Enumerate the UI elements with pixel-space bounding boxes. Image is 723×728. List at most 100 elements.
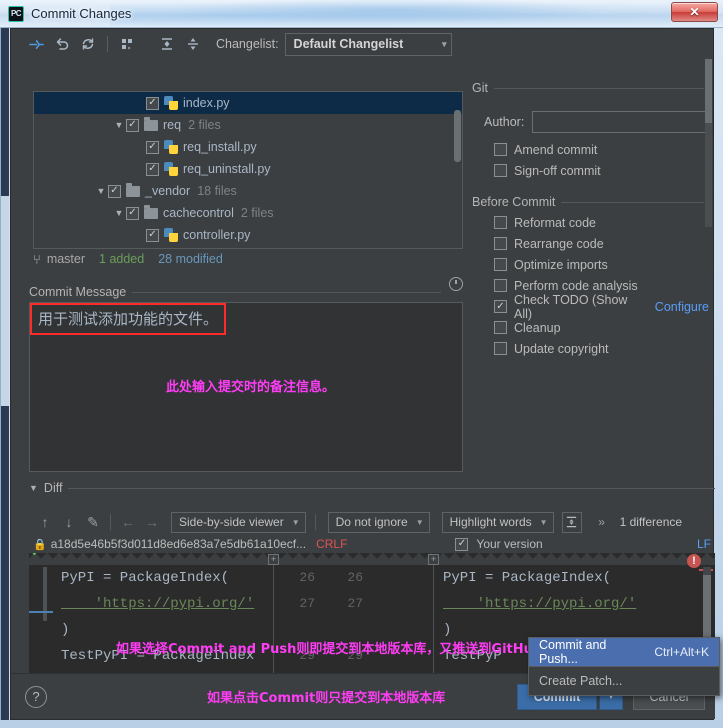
folder-checkbox[interactable]: ✓ — [126, 206, 139, 220]
sign-off-commit-option[interactable]: Sign-off commit — [494, 160, 709, 181]
optimize-imports-checkbox[interactable] — [494, 258, 507, 271]
screenshot-root: PC Commit Changes ✕ Changelist: Default … — [0, 0, 723, 728]
chevron-down-icon[interactable]: ▼ — [29, 483, 38, 493]
file-count: 18 files — [197, 184, 237, 198]
diff-toolbar-separator-2 — [314, 514, 316, 530]
folder-checkbox[interactable]: ✓ — [126, 118, 139, 132]
check-todo-option[interactable]: ✓ Check TODO (Show All) Configure — [494, 293, 709, 321]
diff-toolbar-separator-1 — [110, 514, 111, 530]
viewer-mode-dropdown[interactable]: Side-by-side viewer ▼ — [171, 511, 306, 533]
git-section-label: Git — [472, 81, 488, 95]
highlight-mode-dropdown[interactable]: Highlight words ▼ — [441, 511, 554, 533]
folder-name: _vendor — [145, 184, 191, 198]
rearrange-code-option[interactable]: Rearrange code — [494, 233, 709, 254]
help-button[interactable]: ? — [25, 685, 47, 708]
show-diff-icon[interactable] — [23, 32, 49, 56]
edit-icon[interactable]: ✎ — [81, 511, 105, 533]
reformat-code-checkbox[interactable] — [494, 216, 507, 229]
ignore-whitespace-dropdown[interactable]: Do not ignore ▼ — [327, 511, 430, 533]
group-by-icon[interactable] — [114, 32, 140, 56]
tree-row-req-uninstall[interactable]: ✓ req_uninstall.py — [34, 158, 462, 180]
scrollbar-segment-top — [1, 28, 9, 196]
error-badge-icon[interactable]: ! — [687, 554, 701, 568]
configure-todo-link[interactable]: Configure — [655, 300, 709, 314]
check-todo-checkbox[interactable]: ✓ — [494, 300, 507, 313]
file-checkbox[interactable]: ✓ — [146, 162, 159, 176]
code-line: 'https://pypi.org/' — [443, 596, 637, 612]
divider — [493, 87, 704, 89]
close-window-button[interactable]: ✕ — [671, 2, 718, 22]
tree-scrollbar[interactable] — [454, 110, 461, 162]
more-options-icon[interactable]: » — [590, 511, 614, 533]
window-edge-scrollbar[interactable] — [0, 28, 10, 720]
window-titlebar: PC Commit Changes ✕ — [0, 0, 723, 28]
scrollbar-thumb[interactable] — [703, 575, 711, 643]
left-revision-hash: a18d5e46b5f3d011d8ed6e83a7e5db61a10ecf..… — [50, 537, 307, 551]
update-copyright-option[interactable]: Update copyright — [494, 338, 709, 359]
cleanup-checkbox[interactable] — [494, 321, 507, 334]
commit-dropdown-menu[interactable]: Commit and Push... Ctrl+Alt+K Create Pat… — [528, 637, 720, 696]
scrollbar-thumb[interactable] — [705, 59, 712, 123]
tree-row-req-install[interactable]: ✓ req_install.py — [34, 136, 462, 158]
update-copyright-checkbox[interactable] — [494, 342, 507, 355]
file-checkbox[interactable]: ✓ — [146, 228, 159, 242]
check-todo-label: Check TODO (Show All) — [514, 292, 628, 321]
expand-region-icon-right[interactable]: + — [428, 554, 439, 565]
author-label: Author: — [484, 115, 525, 129]
menu-item-commit-and-push[interactable]: Commit and Push... Ctrl+Alt+K — [529, 638, 719, 666]
revert-icon[interactable] — [49, 32, 75, 56]
author-field[interactable] — [532, 111, 713, 133]
chevron-down-icon[interactable]: ▼ — [112, 120, 126, 130]
reformat-code-option[interactable]: Reformat code — [494, 212, 709, 233]
divider — [68, 487, 715, 489]
optimize-imports-option[interactable]: Optimize imports — [494, 254, 709, 275]
chevron-down-icon: ▾ — [442, 38, 447, 49]
arrow-right-icon[interactable]: → — [140, 511, 164, 533]
diff-accept-check-icon[interactable]: ✓ — [31, 553, 42, 560]
changelist-dropdown[interactable]: Default Changelist ▾ — [284, 32, 452, 56]
right-panel-scrollbar[interactable] — [705, 59, 712, 227]
toolbar-separator-1 — [107, 36, 108, 52]
tree-row-index-py[interactable]: ✓ index.py — [34, 92, 462, 114]
menu-item-label: Create Patch... — [539, 674, 623, 688]
file-name: req_install.py — [183, 140, 257, 154]
prev-difference-icon[interactable]: ↑ — [33, 511, 57, 533]
changed-files-tree[interactable]: ✓ index.py ▼ ✓ req 2 files ✓ req_install… — [33, 91, 463, 249]
tree-row-cachecontrol[interactable]: ▼ ✓ cachecontrol 2 files — [34, 202, 462, 224]
chevron-down-icon[interactable]: ▼ — [94, 186, 108, 196]
before-commit-label: Before Commit — [472, 195, 556, 209]
diff-annotation: 如果选择Commit and Push则即提交到本地版本库，又推送到GitHub — [116, 642, 543, 657]
change-marker-left — [29, 611, 53, 613]
tree-row-req[interactable]: ▼ ✓ req 2 files — [34, 114, 462, 136]
commit-message-value[interactable]: 用于测试添加功能的文件。 — [30, 303, 227, 335]
file-checkbox[interactable]: ✓ — [146, 140, 159, 154]
sign-off-commit-checkbox[interactable] — [494, 164, 507, 177]
file-checkbox[interactable]: ✓ — [146, 96, 159, 110]
rearrange-code-checkbox[interactable] — [494, 237, 507, 250]
folder-checkbox[interactable]: ✓ — [108, 184, 121, 198]
chevron-down-icon[interactable]: ▼ — [112, 208, 126, 218]
amend-commit-checkbox[interactable] — [494, 143, 507, 156]
tree-row-serialize[interactable]: ✓ serialize.py — [34, 246, 462, 248]
expand-region-icon-left[interactable]: + — [268, 554, 279, 565]
next-difference-icon[interactable]: ↓ — [57, 511, 81, 533]
clock-icon[interactable] — [449, 277, 463, 291]
amend-commit-option[interactable]: Amend commit — [494, 139, 709, 160]
line-number: 26 — [299, 570, 315, 585]
menu-item-create-patch[interactable]: Create Patch... — [529, 667, 719, 695]
tree-row-vendor[interactable]: ▼ ✓ _vendor 18 files — [34, 180, 462, 202]
perform-code-analysis-checkbox[interactable] — [494, 279, 507, 292]
collapse-all-icon[interactable] — [180, 32, 206, 56]
your-version-checkbox[interactable]: ✓ — [455, 537, 469, 551]
git-section-header: Git — [472, 81, 704, 95]
collapse-unchanged-icon[interactable] — [561, 511, 582, 533]
git-options-group: Amend commit Sign-off commit — [494, 139, 709, 181]
commit-changes-dialog: Changelist: Default Changelist ▾ ✓ index… — [10, 28, 720, 720]
update-copyright-label: Update copyright — [514, 341, 609, 356]
diff-section-header[interactable]: ▼ Diff — [29, 481, 715, 495]
tree-row-controller[interactable]: ✓ controller.py — [34, 224, 462, 246]
scrollbar-thumb[interactable] — [1, 196, 9, 406]
expand-all-icon[interactable] — [154, 32, 180, 56]
refresh-icon[interactable] — [75, 32, 101, 56]
arrow-left-icon[interactable]: ← — [116, 511, 140, 533]
